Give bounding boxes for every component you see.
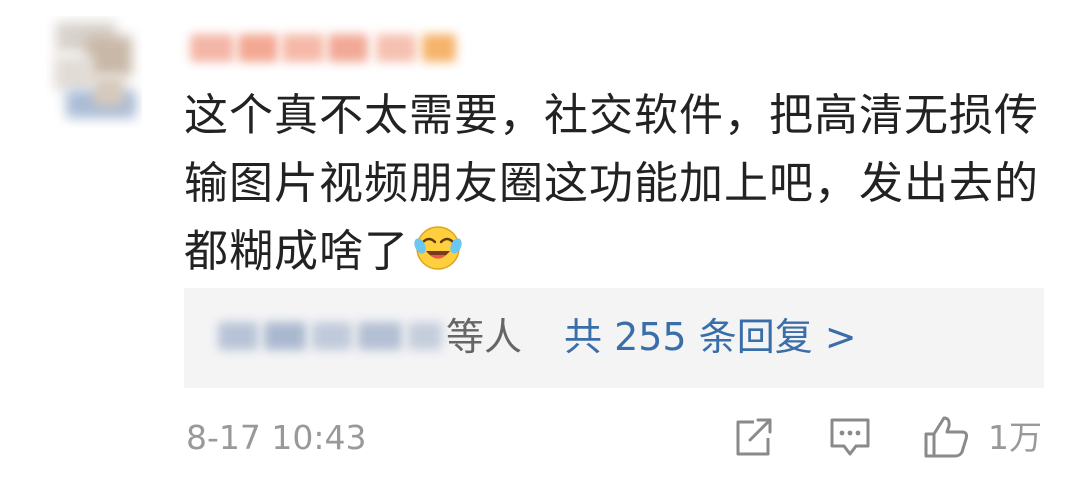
share-button[interactable] — [732, 414, 774, 460]
comment-timestamp: 8-17 10:43 — [186, 418, 367, 457]
view-all-replies-link[interactable]: 共 255 条回复 > — [564, 314, 857, 360]
thumbs-up-icon — [924, 416, 968, 458]
username[interactable] — [186, 24, 466, 70]
reply-usernames-blurred — [214, 310, 442, 362]
comment-icon — [830, 418, 870, 456]
replies-summary[interactable]: 等人 共 255 条回复 > — [184, 288, 1044, 388]
comment-card: 这个真不太需要，社交软件，把高清无损传输图片视频朋友圈这功能加上吧，发出去的都糊… — [0, 0, 1080, 481]
laughing-crying-emoji-icon — [414, 226, 462, 270]
like-count: 1万 — [988, 418, 1042, 457]
reply-others-label: 等人 — [446, 315, 523, 359]
share-icon — [736, 418, 772, 456]
comment-text: 这个真不太需要，社交软件，把高清无损传输图片视频朋友圈这功能加上吧，发出去的都糊… — [184, 82, 1044, 286]
comment-body: 这个真不太需要，社交软件，把高清无损传输图片视频朋友圈这功能加上吧，发出去的都糊… — [184, 90, 1039, 277]
avatar[interactable] — [46, 16, 142, 128]
like-button[interactable] — [922, 414, 972, 460]
reply-button[interactable] — [828, 414, 872, 460]
